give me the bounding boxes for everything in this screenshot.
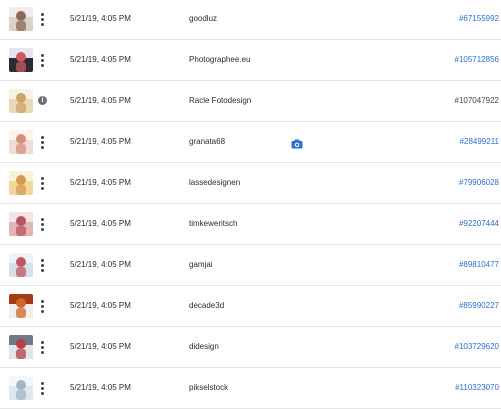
table-row[interactable]: 5/21/19, 4:05 PM decade3d #85990227	[0, 286, 501, 327]
license-date: 5/21/19, 4:05 PM	[70, 55, 131, 64]
more-options-icon[interactable]	[37, 130, 47, 154]
contributor-name: pikselstock	[189, 383, 229, 392]
asset-thumbnail[interactable]	[9, 376, 33, 400]
asset-thumbnail[interactable]	[9, 212, 33, 236]
table-row[interactable]: 5/21/19, 4:05 PM Photographee.eu #10571285…	[0, 40, 501, 81]
contributor-name: didesign	[189, 342, 219, 351]
table-row[interactable]: 5/21/19, 4:05 PM granata68 #28499211	[0, 122, 501, 163]
asset-thumbnail[interactable]	[9, 89, 33, 113]
table-row[interactable]: 5/21/19, 4:05 PM gamjai #89810477	[0, 245, 501, 286]
more-options-icon[interactable]	[37, 376, 47, 400]
contributor-name: decade3d	[189, 301, 225, 310]
asset-id-link[interactable]: #89810477	[459, 245, 499, 285]
table-row[interactable]: 5/21/19, 4:05 PM timkeweritsch #92207444	[0, 204, 501, 245]
info-icon[interactable]: i	[38, 96, 47, 105]
license-date: 5/21/19, 4:05 PM	[70, 219, 131, 228]
contributor-name: timkeweritsch	[189, 219, 238, 228]
license-date: 5/21/19, 4:05 PM	[70, 301, 131, 310]
more-options-icon[interactable]	[37, 171, 47, 195]
more-options-icon[interactable]	[37, 48, 47, 72]
table-row[interactable]: i 5/21/19, 4:05 PM Racle Fotodesign #107047…	[0, 81, 501, 122]
more-options-icon[interactable]	[37, 253, 47, 277]
asset-id-link[interactable]: #79906028	[459, 163, 499, 203]
asset-id-link[interactable]: #103729620	[455, 327, 500, 367]
contributor-name: granata68	[189, 137, 226, 146]
table-row[interactable]: 5/21/19, 4:05 PM lassedesignen #79906028	[0, 163, 501, 204]
license-date: 5/21/19, 4:05 PM	[70, 342, 131, 351]
asset-thumbnail[interactable]	[9, 48, 33, 72]
license-date: 5/21/19, 4:05 PM	[70, 178, 131, 187]
asset-thumbnail[interactable]	[9, 335, 33, 359]
asset-thumbnail[interactable]	[9, 294, 33, 318]
asset-id-link[interactable]: #67155992	[459, 0, 499, 39]
table-row[interactable]: 5/21/19, 4:05 PM goodluz #67155992	[0, 0, 501, 40]
asset-id-link[interactable]: #105712856	[455, 40, 500, 80]
more-options-icon[interactable]	[37, 294, 47, 318]
contributor-name: Photographee.eu	[189, 55, 251, 64]
asset-thumbnail[interactable]	[9, 7, 33, 31]
more-options-icon[interactable]	[37, 212, 47, 236]
more-options-icon[interactable]	[37, 335, 47, 359]
table-row[interactable]: 5/21/19, 4:05 PM pikselstock #110323070	[0, 368, 501, 409]
license-date: 5/21/19, 4:05 PM	[70, 137, 131, 146]
asset-id-link[interactable]: #28499211	[460, 122, 499, 162]
license-date: 5/21/19, 4:05 PM	[70, 383, 131, 392]
asset-thumbnail[interactable]	[9, 253, 33, 277]
table-row[interactable]: 5/21/19, 4:05 PM didesign #103729620	[0, 327, 501, 368]
asset-id: #107047922	[454, 96, 500, 105]
contributor-name: goodluz	[189, 14, 218, 23]
more-options-icon[interactable]	[37, 7, 47, 31]
camera-icon[interactable]	[291, 136, 303, 149]
asset-id-link[interactable]: #92207444	[459, 204, 499, 244]
asset-id-link[interactable]: #85990227	[459, 286, 499, 326]
asset-list: 5/21/19, 4:05 PM goodluz #67155992 5/21/19,…	[0, 0, 501, 409]
license-date: 5/21/19, 4:05 PM	[70, 96, 131, 105]
asset-thumbnail[interactable]	[9, 171, 33, 195]
contributor-name: lassedesignen	[189, 178, 241, 187]
asset-id-link[interactable]: #110323070	[455, 368, 499, 408]
contributor-name: gamjai	[189, 260, 213, 269]
license-date: 5/21/19, 4:05 PM	[70, 260, 131, 269]
contributor-name: Racle Fotodesign	[189, 96, 252, 105]
asset-thumbnail[interactable]	[9, 130, 33, 154]
license-date: 5/21/19, 4:05 PM	[70, 14, 131, 23]
